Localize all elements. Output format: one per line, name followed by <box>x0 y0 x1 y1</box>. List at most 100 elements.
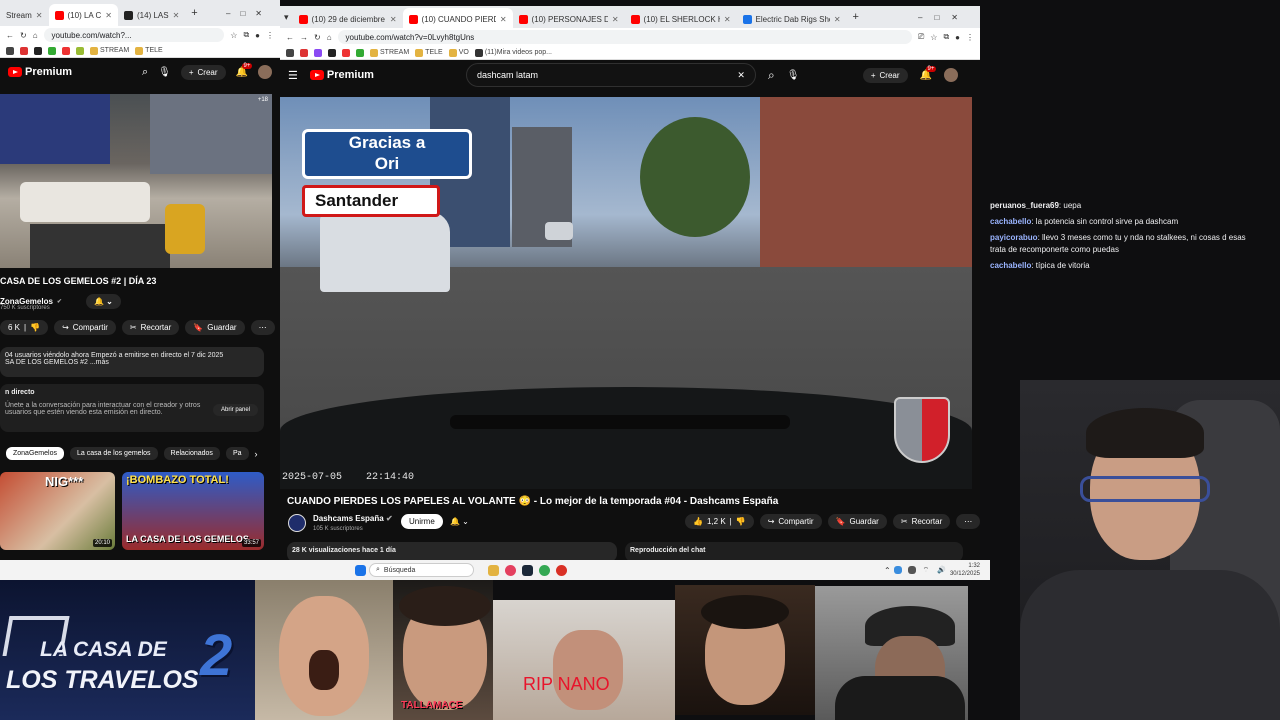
home-icon[interactable]: ⌂ <box>33 31 38 40</box>
wifi-icon[interactable]: ⌔ <box>923 566 930 575</box>
close-tab-icon[interactable]: ✕ <box>173 11 180 20</box>
avatar[interactable] <box>258 65 272 79</box>
taskbar-search[interactable]: ⌕ Búsqueda <box>369 563 474 577</box>
like-button[interactable]: 6 K | 👎 <box>0 320 49 335</box>
bookmark-star-icon[interactable]: ☆ <box>230 31 237 40</box>
avatar[interactable] <box>944 68 958 82</box>
channel-name[interactable]: Dashcams España <box>313 514 384 523</box>
app-icon[interactable] <box>556 564 567 576</box>
right-tab[interactable]: (10) EL SHERLOCK HOLMES... ✕ <box>625 8 737 30</box>
bell-dropdown-button[interactable]: 🔔 ⌄ <box>85 294 121 309</box>
bookmark-icon[interactable] <box>48 46 56 55</box>
chip[interactable]: Pa <box>225 447 249 460</box>
extensions-icon[interactable]: ⧉ <box>943 32 949 42</box>
close-tab-icon[interactable]: ✕ <box>105 11 112 20</box>
file-explorer-icon[interactable] <box>488 564 499 576</box>
back-icon[interactable]: ← <box>6 31 14 40</box>
clip-button[interactable]: ✂ Recortar <box>121 320 180 335</box>
bookmark-stream[interactable]: STREAM <box>370 48 409 57</box>
left-video-player[interactable]: +18 <box>0 94 272 268</box>
create-button[interactable]: + Crear <box>180 64 226 80</box>
back-icon[interactable]: ← <box>286 33 294 42</box>
right-tab[interactable]: (10) PERSONAJES DE LA ES... ✕ <box>513 8 625 30</box>
tray-chevron-icon[interactable]: ⌃ <box>884 566 891 575</box>
chip[interactable]: Relacionados <box>163 447 220 460</box>
refresh-icon[interactable]: ↻ <box>314 33 321 42</box>
more-button[interactable]: ⋯ <box>250 320 275 335</box>
left-tab-active[interactable]: (10) LA C ✕ <box>48 4 118 26</box>
close-tab-icon[interactable]: ✕ <box>612 15 619 24</box>
hamburger-menu-icon[interactable]: ☰ <box>288 69 298 82</box>
left-tab-stream[interactable]: Stream ✕ <box>0 4 49 26</box>
subscribe-bell-dropdown[interactable]: 🔔 ⌄ <box>442 514 477 529</box>
close-tab-icon[interactable]: ✕ <box>724 15 731 24</box>
bookmark-icon[interactable] <box>34 46 42 55</box>
mic-icon[interactable]: 🎙 <box>787 70 800 81</box>
search-input[interactable]: dashcam latam ✕ <box>465 63 756 87</box>
bookmark-icon[interactable] <box>328 48 336 57</box>
bookmark-icon[interactable] <box>286 48 294 57</box>
right-url-field[interactable]: youtube.com/watch?v=0Lvyh8tgUns <box>337 30 912 44</box>
related-thumbnail[interactable]: NIG*** 20:10 <box>0 472 115 550</box>
chip[interactable]: La casa de los gemelos <box>69 447 158 460</box>
close-tab-icon[interactable]: ✕ <box>500 15 507 24</box>
clip-button[interactable]: ✂ Recortar <box>892 514 951 529</box>
chat-replay-panel[interactable]: Reproducción del chat <box>625 542 963 560</box>
youtube-premium-logo[interactable]: Premium <box>8 66 72 78</box>
bookmark-icon[interactable] <box>342 48 350 57</box>
right-description[interactable]: 28 K visualizaciones hace 1 día <box>287 542 617 560</box>
clear-search-icon[interactable]: ✕ <box>737 70 745 81</box>
channel-avatar[interactable] <box>288 514 306 532</box>
share-button[interactable]: ↪ Compartir <box>759 514 822 529</box>
tab-search-icon[interactable]: ▾ <box>284 12 289 23</box>
taskbar-clock[interactable]: 1:32 30/12/2025 <box>950 562 980 578</box>
save-button[interactable]: 🔖 Guardar <box>185 320 245 335</box>
youtube-premium-logo[interactable]: Premium <box>309 69 374 81</box>
notifications-icon[interactable]: 🔔 9+ <box>920 65 937 81</box>
bookmark-icon[interactable] <box>20 46 28 55</box>
share-button[interactable]: ↪ Compartir <box>54 320 116 335</box>
search-icon[interactable]: ⌕ <box>142 66 148 79</box>
right-tab-active[interactable]: (10) CUANDO PIERDES L... ✕ <box>402 8 513 30</box>
bookmark-tele[interactable]: TELE <box>415 48 443 57</box>
bookmark-star-icon[interactable]: ☆ <box>930 33 937 42</box>
volume-icon[interactable]: 🔊 <box>937 566 946 574</box>
close-tab-icon[interactable]: ✕ <box>834 15 841 24</box>
notifications-icon[interactable]: 🔔 9+ <box>236 62 253 78</box>
chevron-right-icon[interactable]: › <box>255 449 258 459</box>
extensions-icon[interactable]: ⧉ <box>243 30 249 40</box>
bookmark-icon[interactable] <box>62 46 70 55</box>
join-button[interactable]: Unirme <box>401 514 443 529</box>
mic-icon[interactable]: 🎙 <box>158 67 171 78</box>
steam-icon[interactable] <box>522 564 533 576</box>
save-button[interactable]: 🔖 Guardar <box>827 514 887 529</box>
bookmark-icon[interactable] <box>6 46 14 55</box>
bookmark-vo[interactable]: VO <box>448 48 469 57</box>
bookmark-icon[interactable] <box>76 46 84 55</box>
right-tab[interactable]: (10) 29 de diciembre de 202... ✕ <box>293 8 403 30</box>
window-controls[interactable]: –□✕ <box>226 9 272 18</box>
close-tab-icon[interactable]: ✕ <box>36 11 43 20</box>
open-chat-button[interactable]: Abrir panel <box>212 404 258 416</box>
related-thumbnail[interactable]: ¡BOMBAZO TOTAL! LA CASA DE LOS GEMELOS 3… <box>122 472 264 550</box>
bookmark-tele[interactable]: TELE <box>135 46 163 55</box>
menu-icon[interactable]: ⋮ <box>966 33 974 42</box>
bookmark-stream[interactable]: STREAM <box>90 46 129 55</box>
windows-start-icon[interactable] <box>355 564 366 576</box>
more-button[interactable]: ⋯ <box>956 514 980 529</box>
left-tab-third[interactable]: (14) LAS ✕ <box>118 4 185 26</box>
chip[interactable]: ZonaGemelos <box>6 447 64 460</box>
create-button[interactable]: + Crear <box>862 67 908 83</box>
bookmark-icon[interactable] <box>300 48 308 57</box>
left-url-field[interactable]: youtube.com/watch?... <box>43 28 225 42</box>
right-tab[interactable]: Electric Dab Rigs Shop | Puff... ✕ <box>737 8 847 30</box>
like-button[interactable]: 👍 1,2 K | 👎 <box>685 514 754 529</box>
refresh-icon[interactable]: ↻ <box>20 31 27 40</box>
profile-icon[interactable]: ● <box>255 31 260 40</box>
app-icon[interactable] <box>505 564 516 576</box>
forward-icon[interactable]: → <box>300 33 308 42</box>
tray-icon[interactable] <box>907 566 916 574</box>
bookmark-videos[interactable]: (11)Mira videos pop... <box>474 48 552 57</box>
bookmark-icon[interactable] <box>314 48 322 57</box>
tray-icon[interactable] <box>893 566 902 574</box>
